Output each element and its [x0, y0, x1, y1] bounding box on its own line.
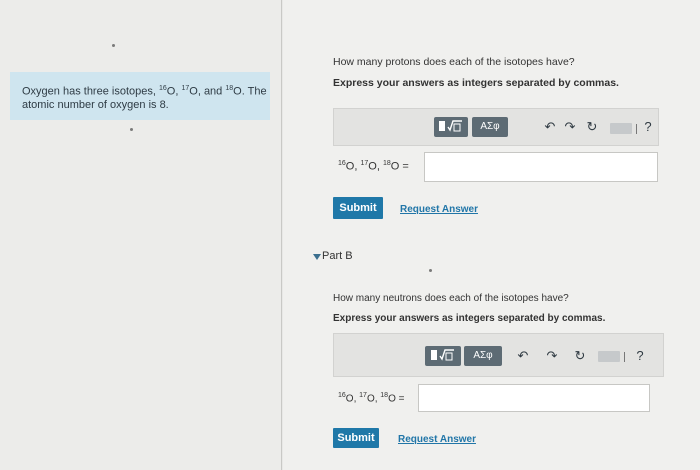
- symbol: O: [366, 393, 375, 405]
- part-b-submit-button[interactable]: Submit: [333, 428, 379, 448]
- symbols-button[interactable]: ΑΣφ: [472, 117, 508, 137]
- isotope-mass-18: 18: [225, 85, 234, 92]
- context-line-2: atomic number of oxygen is 8.: [22, 98, 169, 111]
- mass-16: 16: [338, 392, 346, 399]
- stray-dot: [429, 269, 432, 272]
- part-a-answer-label: 16O, 17O, 18O =: [338, 160, 409, 173]
- keyboard-icon[interactable]: [610, 123, 632, 134]
- part-b-answer-input[interactable]: [418, 384, 650, 412]
- help-icon[interactable]: ?: [640, 119, 656, 135]
- reset-icon[interactable]: ↻: [572, 348, 588, 364]
- templates-icon: [430, 349, 456, 361]
- part-a-answer-input[interactable]: [424, 152, 658, 182]
- reset-icon[interactable]: ↻: [584, 119, 600, 135]
- context-line-1: Oxygen has three isotopes, 16O, 17O, and…: [22, 85, 267, 98]
- part-b-question: How many neutrons does each of the isoto…: [333, 293, 569, 304]
- part-b-header[interactable]: Part B: [322, 250, 353, 262]
- isotope-symbol: O: [166, 85, 176, 98]
- mass-16: 16: [338, 160, 346, 167]
- context-text-prefix: Oxygen has three isotopes,: [22, 85, 159, 98]
- toolbar-divider: [636, 124, 637, 134]
- isotope-mass-16: 16: [158, 85, 167, 92]
- part-b-instruction: Express your answers as integers separat…: [333, 313, 606, 324]
- help-icon[interactable]: ?: [632, 348, 648, 364]
- undo-icon[interactable]: ↶: [515, 348, 531, 364]
- part-a-submit-button[interactable]: Submit: [333, 197, 383, 219]
- undo-icon[interactable]: ↶: [542, 119, 558, 135]
- templates-button[interactable]: [425, 346, 461, 366]
- isotope-symbol: O: [233, 85, 242, 98]
- page: Oxygen has three isotopes, 16O, 17O, and…: [0, 0, 700, 470]
- mass-18: 18: [380, 392, 389, 399]
- mass-18: 18: [382, 160, 391, 167]
- symbol: O: [345, 393, 354, 405]
- stray-dot: [130, 128, 133, 131]
- part-a-request-answer-link[interactable]: Request Answer: [400, 204, 478, 215]
- equals-sign: =: [402, 160, 409, 173]
- part-a-instruction: Express your answers as integers separat…: [333, 77, 619, 89]
- context-and: and: [203, 85, 223, 98]
- collapse-caret-icon[interactable]: [313, 254, 321, 260]
- isotope-symbol: O: [189, 85, 198, 98]
- symbol: O: [368, 160, 377, 173]
- symbol: O: [388, 393, 396, 405]
- part-b-answer-label: 16O, 17O, 18O =: [338, 392, 405, 405]
- symbols-button[interactable]: ΑΣφ: [464, 346, 502, 366]
- left-pane: Oxygen has three isotopes, 16O, 17O, and…: [0, 0, 282, 470]
- equals-sign: =: [398, 393, 405, 405]
- context-text-suffix: . The: [241, 85, 267, 98]
- help-label: ?: [644, 119, 652, 134]
- templates-icon: [438, 120, 464, 132]
- part-a-question: How many protons does each of the isotop…: [333, 56, 575, 68]
- part-b-toolbar: ΑΣφ ↶ ↷ ↻ ?: [333, 333, 664, 377]
- symbols-label: ΑΣφ: [480, 121, 500, 132]
- mass-17: 17: [359, 392, 367, 399]
- help-label: ?: [636, 348, 644, 363]
- toolbar-divider: [624, 352, 625, 362]
- redo-icon[interactable]: ↷: [562, 119, 578, 135]
- symbol: O: [345, 160, 355, 173]
- part-a-toolbar: ΑΣφ ↶ ↷ ↻ ?: [333, 108, 659, 146]
- keyboard-icon[interactable]: [598, 351, 620, 362]
- redo-icon[interactable]: ↷: [544, 348, 560, 364]
- symbols-label: ΑΣφ: [473, 350, 493, 361]
- part-b-request-answer-link[interactable]: Request Answer: [398, 434, 476, 445]
- stray-dot: [112, 44, 115, 47]
- templates-button[interactable]: [434, 117, 468, 137]
- context-box: Oxygen has three isotopes, 16O, 17O, and…: [10, 72, 270, 120]
- symbol: O: [390, 160, 400, 173]
